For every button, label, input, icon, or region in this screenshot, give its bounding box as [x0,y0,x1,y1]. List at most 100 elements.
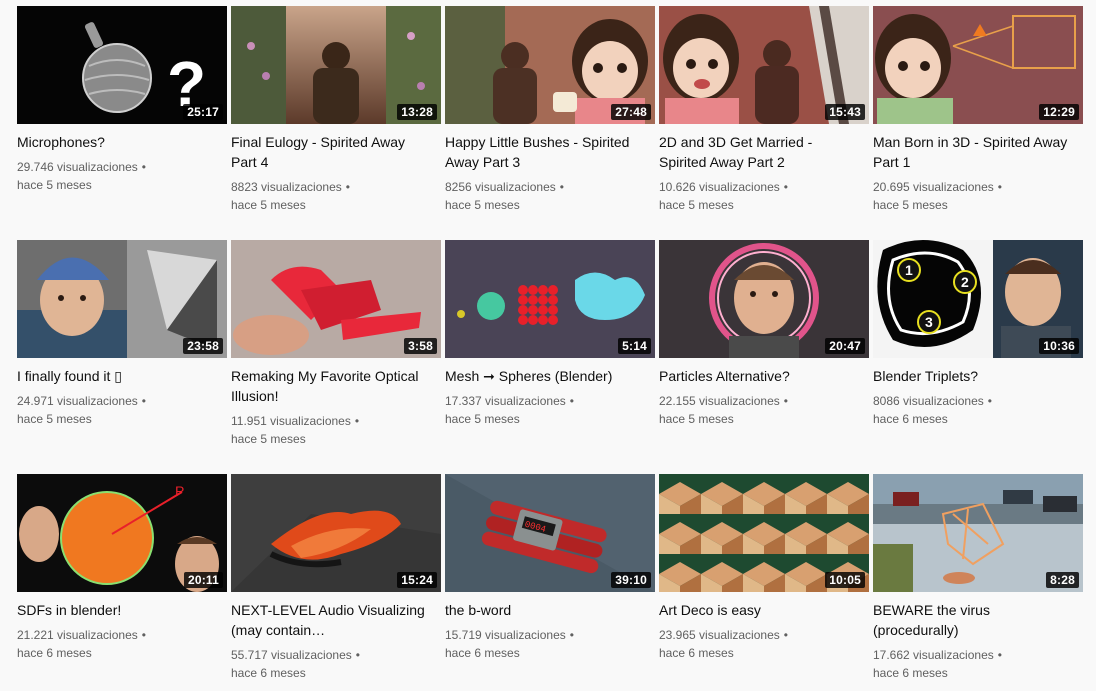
video-thumbnail[interactable]: 12:29 [873,6,1083,124]
duration-badge: 5:14 [618,338,651,354]
video-meta: 24.971 visualizaciones • hace 5 meses [17,392,227,428]
duration-badge: 25:17 [183,104,223,120]
video-card[interactable]: 8:28 BEWARE the virus (procedurally) 17.… [873,474,1083,682]
video-thumbnail[interactable]: 20:47 [659,240,869,358]
separator-dot: • [355,648,360,662]
video-meta: 8256 visualizaciones • hace 5 meses [445,178,655,214]
separator-dot: • [569,628,574,642]
separator-dot: • [997,648,1002,662]
video-meta: 20.695 visualizaciones • hace 5 meses [873,178,1083,214]
view-count: 55.717 visualizaciones [231,648,352,662]
separator-dot: • [997,180,1002,194]
video-title[interactable]: Remaking My Favorite Optical Illusion! [231,366,431,406]
view-count: 22.155 visualizaciones [659,394,780,408]
svg-text:2: 2 [961,274,969,290]
view-count: 23.965 visualizaciones [659,628,780,642]
video-title[interactable]: Man Born in 3D - Spirited Away Part 1 [873,132,1073,172]
video-meta: 10.626 visualizaciones • hace 5 meses [659,178,869,214]
duration-badge: 13:28 [397,104,437,120]
duration-badge: 20:11 [183,572,223,588]
video-thumbnail[interactable]: 15:43 [659,6,869,124]
video-thumbnail[interactable]: 5:14 [445,240,655,358]
svg-text:3: 3 [925,314,933,330]
video-thumbnail[interactable]: 23:58 [17,240,227,358]
separator-dot: • [141,628,146,642]
duration-badge: 23:58 [183,338,223,354]
video-thumbnail[interactable]: ? 25:17 [17,6,227,124]
svg-text:P: P [175,483,184,499]
video-thumbnail[interactable]: 8:28 [873,474,1083,592]
video-title[interactable]: 2D and 3D Get Married - Spirited Away Pa… [659,132,859,172]
video-meta: 55.717 visualizaciones • hace 6 meses [231,646,441,682]
video-card[interactable]: 15:24 NEXT-LEVEL Audio Visualizing (may … [231,474,441,682]
upload-age: hace 5 meses [445,412,520,426]
video-meta: 22.155 visualizaciones • hace 5 meses [659,392,869,428]
duration-badge: 20:47 [825,338,865,354]
video-card[interactable]: 27:48 Happy Little Bushes - Spirited Awa… [445,6,655,214]
video-thumbnail[interactable]: 1 2 3 10:36 [873,240,1083,358]
upload-age: hace 6 meses [873,412,948,426]
view-count: 15.719 visualizaciones [445,628,566,642]
video-title[interactable]: Art Deco is easy [659,600,859,620]
video-title[interactable]: NEXT-LEVEL Audio Visualizing (may contai… [231,600,431,640]
video-meta: 23.965 visualizaciones • hace 6 meses [659,626,869,662]
video-card[interactable]: 15:43 2D and 3D Get Married - Spirited A… [659,6,869,214]
video-card[interactable]: 3:58 Remaking My Favorite Optical Illusi… [231,240,441,448]
video-card[interactable]: 0004 39:10 the b-word 15.719 visualizaci… [445,474,655,662]
duration-badge: 12:29 [1039,104,1079,120]
video-card[interactable]: 20:47 Particles Alternative? 22.155 visu… [659,240,869,428]
separator-dot: • [783,180,788,194]
view-count: 20.695 visualizaciones [873,180,994,194]
view-count: 8823 visualizaciones [231,180,342,194]
view-count: 11.951 visualizaciones [231,414,351,428]
upload-age: hace 6 meses [17,646,92,660]
video-thumbnail[interactable]: 3:58 [231,240,441,358]
view-count: 21.221 visualizaciones [17,628,138,642]
video-title[interactable]: Happy Little Bushes - Spirited Away Part… [445,132,645,172]
video-thumbnail[interactable]: 13:28 [231,6,441,124]
video-meta: 8086 visualizaciones • hace 6 meses [873,392,1083,428]
video-card[interactable]: 13:28 Final Eulogy - Spirited Away Part … [231,6,441,214]
view-count: 17.337 visualizaciones [445,394,566,408]
video-meta: 17.662 visualizaciones • hace 6 meses [873,646,1083,682]
separator-dot: • [569,394,574,408]
separator-dot: • [141,160,146,174]
video-thumbnail[interactable]: P 20:11 [17,474,227,592]
video-title[interactable]: Final Eulogy - Spirited Away Part 4 [231,132,431,172]
view-count: 8256 visualizaciones [445,180,556,194]
duration-badge: 15:43 [825,104,865,120]
video-title[interactable]: BEWARE the virus (procedurally) [873,600,1073,640]
video-thumbnail[interactable]: 10:05 [659,474,869,592]
video-thumbnail[interactable]: 0004 39:10 [445,474,655,592]
video-card[interactable]: 1 2 3 10:36 Blender Triplets? 8086 visua… [873,240,1083,428]
duration-badge: 15:24 [397,572,437,588]
video-card[interactable]: P 20:11 SDFs in blender! 21.221 visualiz… [17,474,227,662]
duration-badge: 8:28 [1046,572,1079,588]
video-title[interactable]: Microphones? [17,132,217,152]
video-card[interactable]: 12:29 Man Born in 3D - Spirited Away Par… [873,6,1083,214]
upload-age: hace 5 meses [659,198,734,212]
upload-age: hace 5 meses [231,198,306,212]
upload-age: hace 5 meses [17,412,92,426]
video-title[interactable]: SDFs in blender! [17,600,217,620]
video-title[interactable]: I finally found it ▯ [17,366,217,386]
upload-age: hace 6 meses [231,666,306,680]
video-card[interactable]: 10:05 Art Deco is easy 23.965 visualizac… [659,474,869,662]
video-meta: 29.746 visualizaciones • hace 5 meses [17,158,227,194]
video-thumbnail[interactable]: 15:24 [231,474,441,592]
svg-text:1: 1 [905,262,913,278]
video-title[interactable]: the b-word [445,600,645,620]
video-title[interactable]: Particles Alternative? [659,366,859,386]
upload-age: hace 6 meses [873,666,948,680]
video-meta: 21.221 visualizaciones • hace 6 meses [17,626,227,662]
video-card[interactable]: 23:58 I finally found it ▯ 24.971 visual… [17,240,227,428]
video-title[interactable]: Mesh ➞ Spheres (Blender) [445,366,645,386]
upload-age: hace 6 meses [445,646,520,660]
video-card[interactable]: ? 25:17 Microphones? 29.746 visualizacio… [17,6,227,194]
video-meta: 8823 visualizaciones • hace 5 meses [231,178,441,214]
video-thumbnail[interactable]: 27:48 [445,6,655,124]
video-title[interactable]: Blender Triplets? [873,366,1073,386]
duration-badge: 39:10 [611,572,651,588]
separator-dot: • [783,394,788,408]
video-card[interactable]: 5:14 Mesh ➞ Spheres (Blender) 17.337 vis… [445,240,655,428]
